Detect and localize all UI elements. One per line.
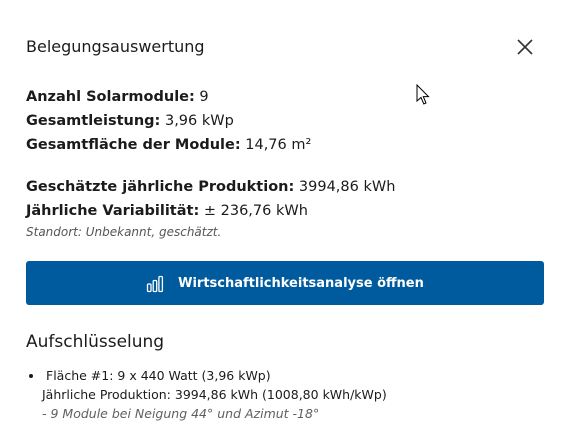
total-area-row: Gesamtfläche der Module: 14,76 m²: [26, 133, 311, 157]
breakdown-list: Fläche #1: 9 x 440 Watt (3,96 kWp) Jährl…: [26, 366, 546, 423]
yearly-production-label: Geschätzte jährliche Produktion:: [26, 179, 295, 195]
breakdown-item: Fläche #1: 9 x 440 Watt (3,96 kWp) Jährl…: [42, 366, 546, 423]
variability-label: Jährliche Variabilität:: [26, 203, 200, 219]
mouse-pointer-icon: [416, 84, 430, 105]
breakdown-title: Aufschlüsselung: [26, 332, 165, 352]
open-economic-analysis-button[interactable]: Wirtschaftlichkeitsanalyse öffnen: [26, 261, 544, 305]
total-power-row: Gesamtleistung: 3,96 kWp: [26, 109, 311, 133]
module-count-label: Anzahl Solarmodule:: [26, 89, 195, 105]
open-economic-analysis-label: Wirtschaftlichkeitsanalyse öffnen: [178, 275, 424, 291]
module-count-row: Anzahl Solarmodule: 9: [26, 85, 311, 109]
area-production: Jährliche Produktion: 3994,86 kWh (1008,…: [42, 387, 387, 402]
yearly-production-value: 3994,86 kWh: [298, 179, 396, 195]
variability-value: ± 236,76 kWh: [203, 203, 308, 219]
close-button[interactable]: [514, 36, 536, 58]
variability-row: Jährliche Variabilität: ± 236,76 kWh: [26, 199, 395, 223]
production-stats: Geschätzte jährliche Produktion: 3994,86…: [26, 175, 395, 241]
total-power-value: 3,96 kWp: [164, 113, 234, 129]
close-icon: [517, 39, 533, 55]
module-stats: Anzahl Solarmodule: 9 Gesamtleistung: 3,…: [26, 85, 311, 157]
bar-chart-icon: [146, 275, 164, 292]
dialog-title: Belegungsauswertung: [26, 37, 205, 56]
total-area-label: Gesamtfläche der Module:: [26, 137, 241, 153]
evaluation-dialog: Belegungsauswertung Anzahl Solarmodule: …: [0, 0, 571, 446]
area-summary: Fläche #1: 9 x 440 Watt (3,96 kWp): [46, 368, 271, 383]
total-area-value: 14,76 m²: [245, 137, 312, 153]
location-note: Standort: Unbekannt, geschätzt.: [26, 225, 222, 239]
yearly-production-row: Geschätzte jährliche Produktion: 3994,86…: [26, 175, 395, 199]
area-module-detail: - 9 Module bei Neigung 44° und Azimut -1…: [42, 406, 320, 421]
total-power-label: Gesamtleistung:: [26, 113, 161, 129]
module-count-value: 9: [199, 89, 209, 105]
